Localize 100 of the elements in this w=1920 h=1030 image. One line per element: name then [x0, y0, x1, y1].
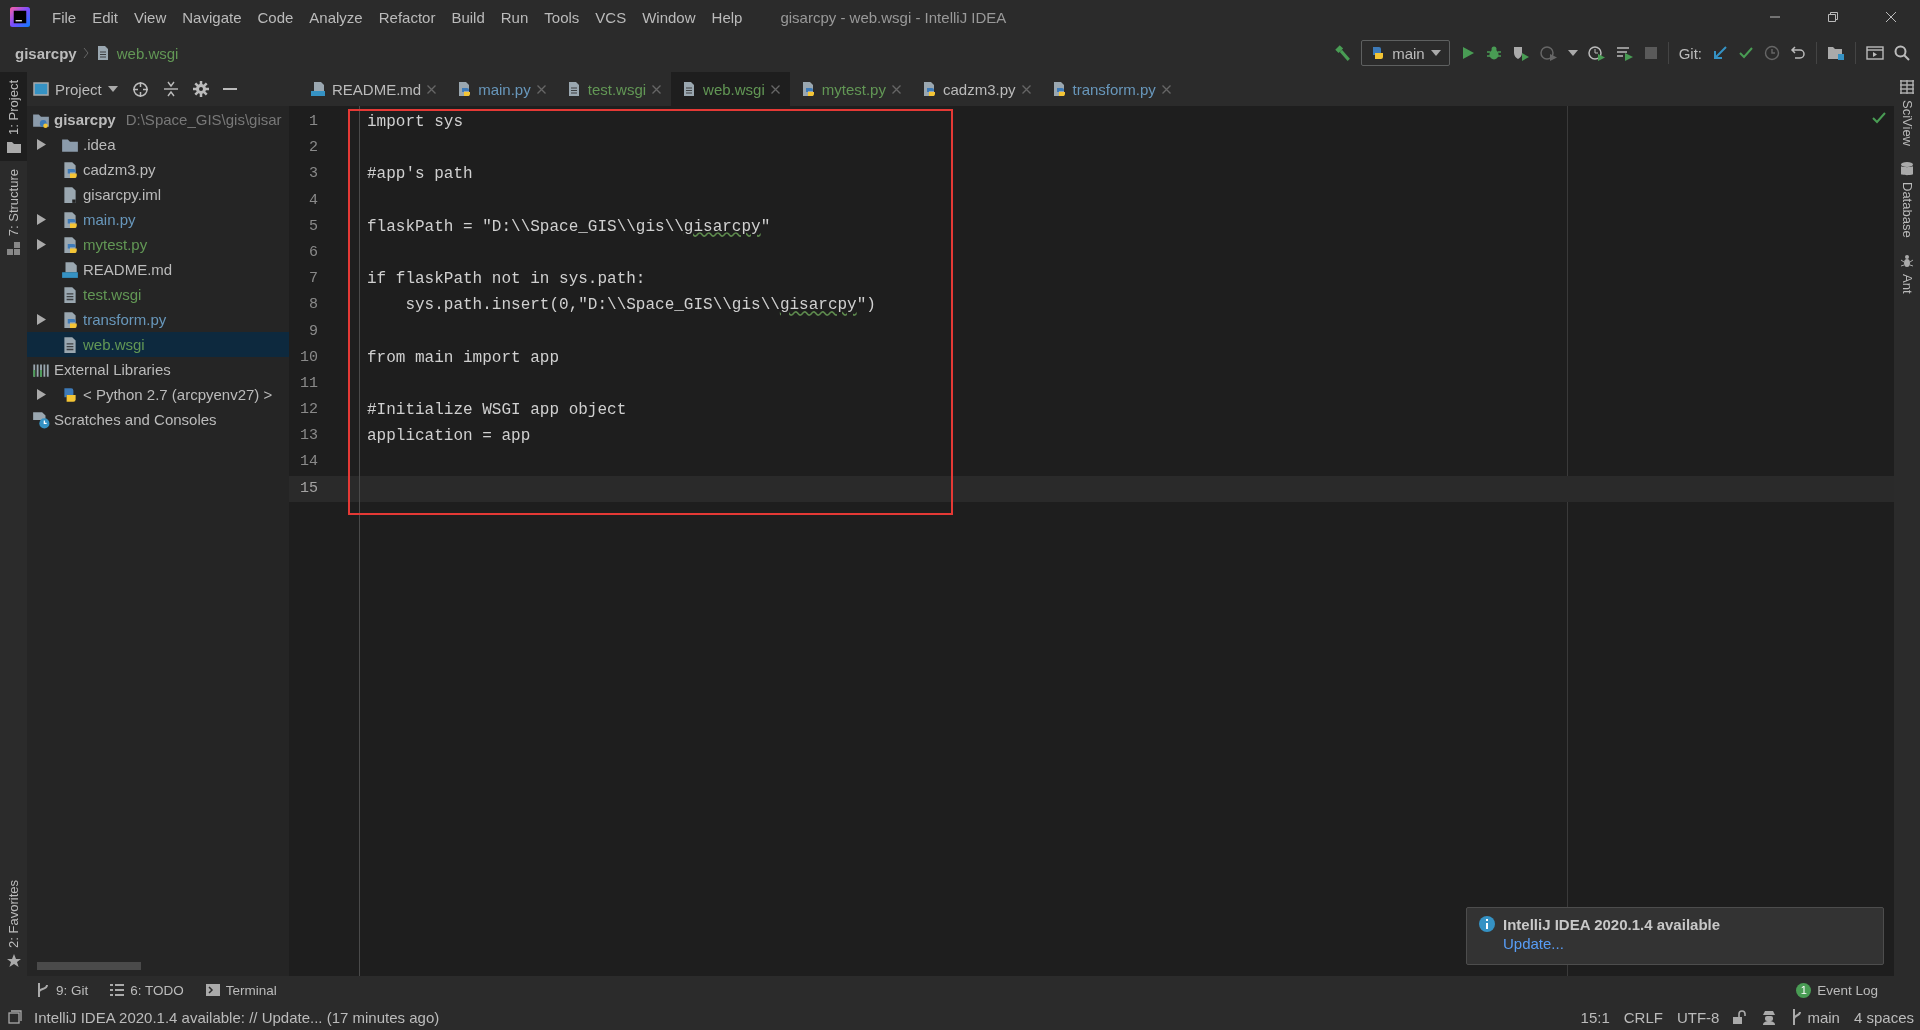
gauge-play-icon[interactable] [1539, 45, 1558, 61]
editor-tab[interactable]: transform.py [1040, 72, 1181, 106]
shield-play-icon[interactable] [1511, 45, 1530, 61]
folder-grid-icon[interactable] [1827, 45, 1845, 61]
scrollbar[interactable] [37, 962, 141, 970]
line-number: 1 [309, 113, 318, 130]
git-label: Git: [1678, 44, 1702, 62]
project-view-dropdown[interactable]: Project [33, 80, 118, 98]
editor-tab[interactable]: web.wsgi [671, 72, 790, 106]
menu-item[interactable]: Window [634, 8, 704, 26]
tool-window-button[interactable]: 7: Structure [0, 160, 27, 265]
tree-item[interactable]: main.py [27, 207, 289, 232]
menu-item[interactable]: Code [249, 8, 302, 26]
caret-position[interactable]: 15:1 [1580, 1008, 1610, 1026]
tree-item[interactable]: test.wsgi [27, 282, 289, 307]
window-play-icon[interactable] [1866, 45, 1884, 61]
clock-play-icon[interactable] [1587, 45, 1606, 61]
indent-setting[interactable]: 4 spaces [1853, 1008, 1914, 1026]
list-play-icon[interactable] [1615, 45, 1634, 61]
tool-window-button[interactable]: 1: Project [0, 72, 27, 161]
python-file-icon [61, 210, 79, 229]
expand-arrow-icon[interactable] [36, 214, 47, 225]
star-icon [6, 954, 21, 968]
tree-item[interactable]: Scratches and Consoles [27, 407, 289, 432]
notification-title: IntelliJ IDEA 2020.1.4 available [1503, 916, 1721, 933]
hammer-icon[interactable] [1333, 44, 1352, 62]
file-encoding[interactable]: UTF-8 [1676, 1008, 1720, 1026]
tree-item[interactable]: web.wsgi [27, 332, 289, 357]
project-path: D:\Space_GIS\gis\gisar [125, 111, 282, 128]
inspector-icon[interactable] [1761, 1009, 1778, 1025]
line-number: 7 [309, 270, 318, 288]
tree-item[interactable]: README.md [27, 257, 289, 282]
unlocked-padlock-icon[interactable] [1733, 1010, 1748, 1024]
menu-item[interactable]: Run [492, 8, 537, 26]
update-arrow-icon[interactable] [1712, 45, 1728, 61]
text-file-icon [61, 285, 79, 304]
line-separator[interactable]: CRLF [1623, 1008, 1663, 1026]
code-line: from main import app [367, 348, 560, 367]
close-icon[interactable] [1885, 11, 1897, 23]
tool-windows-icon[interactable] [8, 1010, 22, 1024]
tool-window-button[interactable]: SciView [1894, 72, 1920, 154]
editor-tab[interactable]: test.wsgi [555, 72, 672, 106]
menu-item[interactable]: Navigate [174, 8, 250, 26]
ant-icon [1900, 253, 1914, 268]
tool-window-button[interactable]: Database [1894, 154, 1920, 246]
bug-icon[interactable] [1485, 45, 1502, 61]
tree-item[interactable]: gisarcpy D:\Space_GIS\gis\gisar [27, 107, 289, 132]
line-number: 9 [309, 322, 318, 340]
tool-window-button[interactable]: Terminal [205, 982, 277, 998]
python-icon [61, 385, 79, 404]
breadcrumb-item[interactable]: web.wsgi [116, 44, 179, 62]
count-badge: 1 [1796, 982, 1812, 998]
python-file-icon [61, 160, 79, 179]
tree-item[interactable]: mytest.py [27, 232, 289, 257]
event-log-button[interactable]: 1 Event Log [1790, 981, 1884, 999]
menu-item[interactable]: View [126, 8, 175, 26]
branch-icon [36, 983, 50, 997]
editor-tab[interactable]: main.py [446, 72, 556, 106]
tree-item[interactable]: gisarcpy.iml [27, 182, 289, 207]
locate-icon[interactable] [131, 80, 149, 98]
tool-window-button[interactable]: 6: TODO [110, 982, 184, 998]
expand-arrow-icon[interactable] [36, 139, 47, 150]
tool-window-button[interactable]: 9: Git [36, 982, 89, 998]
tree-item[interactable]: cadzm3.py [27, 157, 289, 182]
menu-item[interactable]: Help [703, 8, 751, 26]
python-file-icon [61, 310, 79, 329]
caret-icon[interactable] [1567, 50, 1578, 56]
menu-item[interactable]: Refactor [370, 8, 444, 26]
editor-tab[interactable]: README.md [300, 72, 447, 106]
checkmark-icon[interactable] [1738, 45, 1754, 61]
python-file-icon [456, 81, 473, 97]
menu-item[interactable]: VCS [587, 8, 635, 26]
tree-item[interactable]: External Libraries [27, 357, 289, 382]
menu-item[interactable]: Edit [84, 8, 127, 26]
expand-arrow-icon[interactable] [36, 239, 47, 250]
menu-item[interactable]: Tools [536, 8, 588, 26]
breadcrumb-item[interactable]: gisarcpy [15, 44, 77, 62]
line-number: 14 [300, 453, 318, 471]
run-configuration-dropdown[interactable]: main [1361, 40, 1450, 66]
undo-icon[interactable] [1790, 45, 1806, 61]
tree-item[interactable]: .idea [27, 132, 289, 157]
menu-item[interactable]: Build [443, 8, 493, 26]
editor-tab[interactable]: cadzm3.py [910, 72, 1041, 106]
expand-arrow-icon[interactable] [36, 389, 47, 400]
menu-item[interactable]: File [44, 8, 85, 26]
update-link[interactable]: Update... [1503, 935, 1721, 952]
menu-item[interactable]: Analyze [301, 8, 371, 26]
git-branch[interactable]: main [1791, 1008, 1840, 1026]
search-icon[interactable] [1894, 45, 1910, 61]
line-number: 3 [309, 165, 318, 183]
tree-item[interactable]: transform.py [27, 307, 289, 332]
tool-window-button[interactable]: 2: Favorites [0, 872, 27, 976]
collapse-all-icon[interactable] [162, 81, 179, 97]
expand-arrow-icon[interactable] [36, 314, 47, 325]
settings-icon[interactable] [192, 81, 209, 97]
tool-window-button[interactable]: Ant [1894, 245, 1920, 302]
tree-item[interactable]: < Python 2.7 (arcpyenv27) > [27, 382, 289, 407]
history-clock-icon[interactable] [1764, 45, 1780, 61]
restore-icon[interactable] [1827, 11, 1839, 23]
editor-tab[interactable]: mytest.py [789, 72, 911, 106]
